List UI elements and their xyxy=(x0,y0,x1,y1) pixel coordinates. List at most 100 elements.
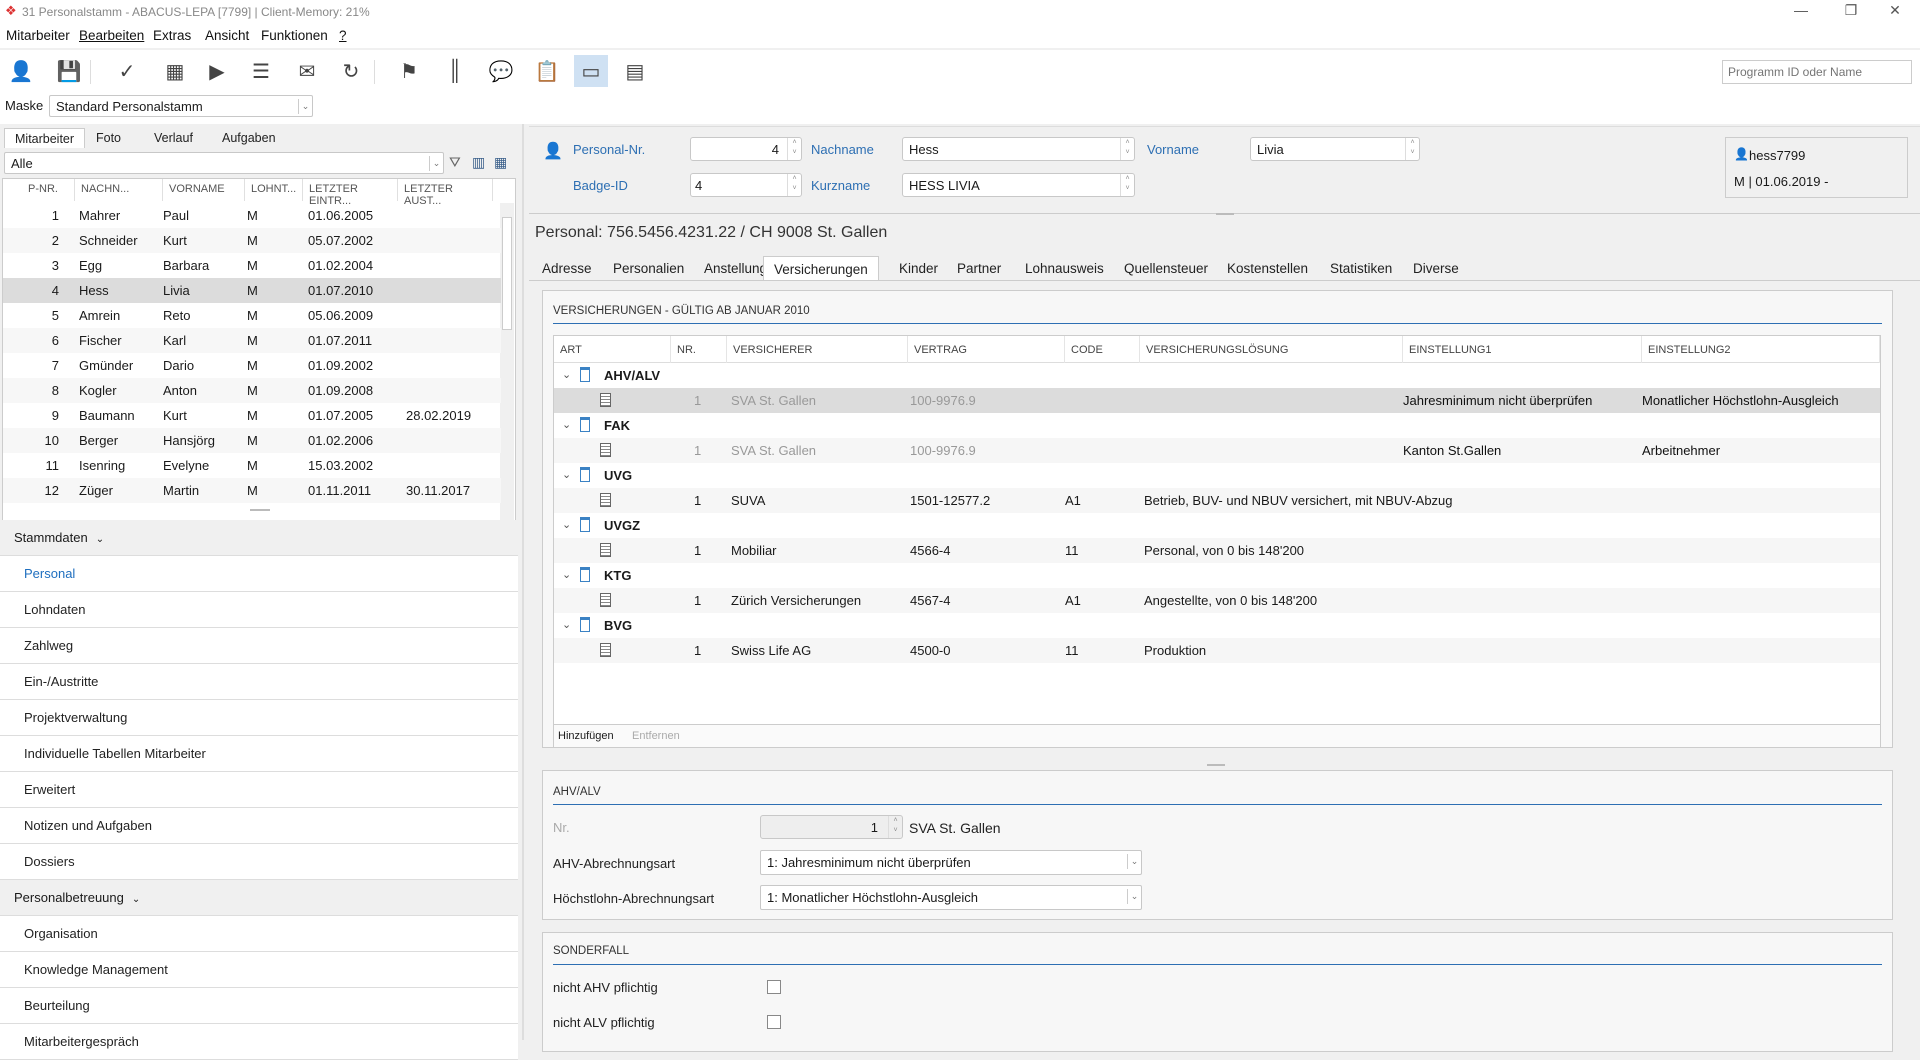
menu-bearbeiten[interactable]: Bearbeiten xyxy=(79,28,144,43)
chat-add-icon[interactable]: 💬 xyxy=(484,55,518,87)
group-row[interactable]: ⌄ KTG xyxy=(554,563,1880,588)
table-row[interactable]: 6 Fischer Karl M 01.07.2011 xyxy=(3,328,501,353)
table-row[interactable]: 11 Isenring Evelyne M 15.03.2002 xyxy=(3,453,501,478)
nav-group-personalbetreuung[interactable]: Personalbetreuung ⌄ xyxy=(0,880,518,916)
tab-kostenstellen[interactable]: Kostenstellen xyxy=(1227,261,1308,276)
chevron-down-icon[interactable]: ⌄ xyxy=(562,518,571,531)
table-row[interactable]: 12 Züger Martin M 01.11.2011 30.11.2017 xyxy=(3,478,501,503)
group-row[interactable]: ⌄ UVGZ xyxy=(554,513,1880,538)
close-icon[interactable]: ✕ xyxy=(1880,2,1910,19)
minimize-icon[interactable]: — xyxy=(1786,2,1816,18)
column-header[interactable]: LOHNT... xyxy=(245,179,303,201)
report-icon[interactable]: ☰ xyxy=(244,55,278,87)
mail-add-icon[interactable]: ✉ xyxy=(290,55,324,87)
menu-help[interactable]: ? xyxy=(339,28,347,43)
filter-dropdown[interactable]: Alle ⌄ xyxy=(4,152,444,174)
column-header[interactable]: VORNAME xyxy=(163,179,245,201)
menu-mitarbeiter[interactable]: Mitarbeiter xyxy=(6,28,70,43)
nav-item[interactable]: Projektverwaltung xyxy=(0,700,518,736)
nicht-ahv-checkbox[interactable] xyxy=(767,980,781,994)
tab-verlauf[interactable]: Verlauf xyxy=(144,128,203,148)
chevron-down-icon[interactable]: ⌄ xyxy=(562,468,571,481)
save-icon[interactable]: 💾 xyxy=(52,55,86,87)
kurzname-input[interactable]: HESS LIVIA ˄ ˅ xyxy=(902,173,1135,197)
add-user-icon[interactable]: 👤 xyxy=(4,55,38,87)
column-header[interactable]: NACHN... xyxy=(75,179,163,201)
column-header[interactable]: NR. xyxy=(671,336,727,363)
table-row[interactable]: 5 Amrein Reto M 05.06.2009 xyxy=(3,303,501,328)
refresh-icon[interactable]: ↻ xyxy=(334,55,368,87)
column-header[interactable]: LETZTER AUST... xyxy=(398,179,493,207)
group-row[interactable]: ⌄ FAK xyxy=(554,413,1880,438)
table-row[interactable]: 9 Baumann Kurt M 01.07.2005 28.02.2019 xyxy=(3,403,501,428)
nav-item[interactable]: Beurteilung xyxy=(0,988,518,1024)
tab-kinder[interactable]: Kinder xyxy=(899,261,938,276)
nav-item[interactable]: Dossiers xyxy=(0,844,518,880)
mailbox-icon[interactable]: ⚑ xyxy=(392,55,426,87)
menu-ansicht[interactable]: Ansicht xyxy=(205,28,249,43)
tab-diverse[interactable]: Diverse xyxy=(1413,261,1459,276)
table-row[interactable]: 7 Gmünder Dario M 01.09.2002 xyxy=(3,353,501,378)
personal-nr-input[interactable]: 4 ˄ ˅ xyxy=(690,137,802,161)
grid-icon[interactable]: ▦ xyxy=(494,154,507,171)
table-row[interactable]: 8 Kogler Anton M 01.09.2008 xyxy=(3,378,501,403)
calculator-icon[interactable]: ▦ xyxy=(158,55,192,87)
table-row[interactable]: 10 Berger Hansjörg M 01.02.2006 xyxy=(3,428,501,453)
vertical-splitter[interactable] xyxy=(522,124,524,1040)
check-icon[interactable]: ✓ xyxy=(110,55,144,87)
nav-item[interactable]: Knowledge Management xyxy=(0,952,518,988)
column-header[interactable]: VERSICHERER xyxy=(727,336,908,363)
nicht-alv-checkbox[interactable] xyxy=(767,1015,781,1029)
nav-item[interactable]: Personal xyxy=(0,556,518,592)
insurance-row[interactable]: 1 Swiss Life AG 4500-0 11 Produktion xyxy=(554,638,1880,663)
play-icon[interactable]: ▶ xyxy=(200,55,234,87)
spinner-icon[interactable]: ˄ ˅ xyxy=(1405,138,1419,160)
tab-aufgaben[interactable]: Aufgaben xyxy=(212,128,286,148)
tab-statistiken[interactable]: Statistiken xyxy=(1330,261,1392,276)
menu-extras[interactable]: Extras xyxy=(153,28,191,43)
tab-quellensteuer[interactable]: Quellensteuer xyxy=(1124,261,1208,276)
column-header[interactable]: EINSTELLUNG1 xyxy=(1403,336,1642,363)
nav-item[interactable]: Organisation xyxy=(0,916,518,952)
nav-group-stammdaten[interactable]: Stammdaten ⌄ xyxy=(0,520,518,556)
tab-lohnausweis[interactable]: Lohnausweis xyxy=(1025,261,1104,276)
chevron-down-icon[interactable]: ⌄ xyxy=(562,418,571,431)
window-icon[interactable]: ▭ xyxy=(574,55,608,87)
insurance-row[interactable]: 1 SVA St. Gallen 100-9976.9 Jahresminimum n… xyxy=(554,388,1880,413)
tab-mitarbeiter[interactable]: Mitarbeiter xyxy=(4,128,86,148)
scrollbar-thumb[interactable] xyxy=(502,217,512,330)
table-row[interactable]: 1 Mahrer Paul M 01.06.2005 xyxy=(3,203,501,228)
splitter-handle[interactable] xyxy=(250,509,270,511)
spinner-icon[interactable]: ˄ ˅ xyxy=(787,174,801,196)
splitter-handle[interactable] xyxy=(1207,764,1225,766)
scrollbar[interactable] xyxy=(500,203,514,531)
table-row[interactable]: 2 Schneider Kurt M 05.07.2002 xyxy=(3,228,501,253)
column-header[interactable]: EINSTELLUNG2 xyxy=(1642,336,1880,363)
chevron-down-icon[interactable]: ⌄ xyxy=(562,368,571,381)
add-button[interactable]: Hinzufügen xyxy=(558,730,614,742)
column-header[interactable]: CODE xyxy=(1065,336,1140,363)
filter-icon[interactable]: ⛛ xyxy=(449,154,461,171)
splitter-handle[interactable] xyxy=(1216,213,1234,215)
tab-adresse[interactable]: Adresse xyxy=(542,261,592,276)
badge-id-input[interactable]: 4 ˄ ˅ xyxy=(690,173,802,197)
table-row[interactable]: 4 Hess Livia M 01.07.2010 xyxy=(3,278,501,303)
clipboard-add-icon[interactable]: 📋 xyxy=(530,55,564,87)
spinner-icon[interactable]: ˄ ˅ xyxy=(1120,174,1134,196)
tab-versicherungen[interactable]: Versicherungen xyxy=(763,256,879,281)
remove-button[interactable]: Entfernen xyxy=(632,730,680,742)
nav-item[interactable]: Lohndaten xyxy=(0,592,518,628)
chevron-down-icon[interactable]: ⌄ xyxy=(562,618,571,631)
insurance-row[interactable]: 1 Zürich Versicherungen 4567-4 A1 Angestellt… xyxy=(554,588,1880,613)
column-header[interactable]: P-NR. xyxy=(3,179,75,201)
table-row[interactable]: 3 Egg Barbara M 01.02.2004 xyxy=(3,253,501,278)
column-header[interactable]: ART xyxy=(554,336,671,363)
tab-foto[interactable]: Foto xyxy=(86,128,131,148)
vorname-input[interactable]: Livia ˄ ˅ xyxy=(1250,137,1420,161)
abrechnungsart-dropdown[interactable]: 1: Jahresminimum nicht überprüfen ⌄ xyxy=(760,850,1142,875)
insurance-row[interactable]: 1 Mobiliar 4566-4 11 Personal, von 0 bis 148… xyxy=(554,538,1880,563)
group-row[interactable]: ⌄ UVG xyxy=(554,463,1880,488)
nav-item[interactable]: Ein-/Austritte xyxy=(0,664,518,700)
column-header[interactable]: VERSICHERUNGSLÖSUNG xyxy=(1140,336,1403,363)
nav-item[interactable]: Individuelle Tabellen Mitarbeiter xyxy=(0,736,518,772)
